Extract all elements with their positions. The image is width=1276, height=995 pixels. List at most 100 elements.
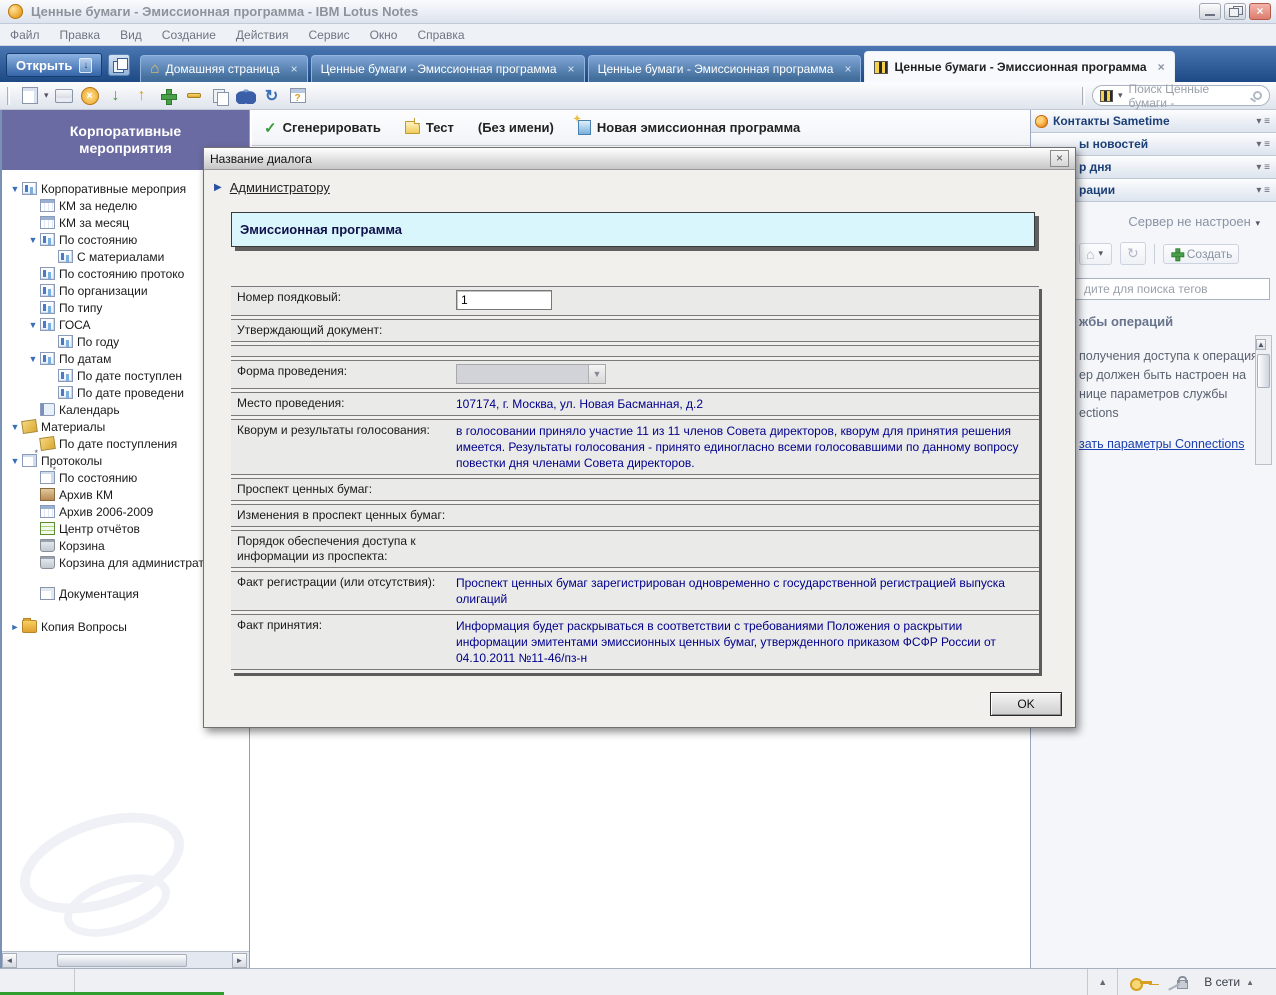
window-thumbnails-button[interactable] xyxy=(108,54,130,76)
server-status[interactable]: Сервер не настроен ▾ xyxy=(1128,214,1262,229)
action-новая-эмиссионная-программа[interactable]: Новая эмиссионная программа xyxy=(578,120,800,135)
tree-item-label: КМ за месяц xyxy=(59,216,129,230)
server-status-label: Сервер не настроен xyxy=(1128,214,1250,229)
restore-button[interactable] xyxy=(1224,3,1246,20)
tab-3[interactable]: Ценные бумаги - Эмиссионная программа× xyxy=(588,55,862,82)
twistie-down-icon[interactable]: ▼ xyxy=(8,456,22,466)
form-row-5: Место проведения:107174, г. Москва, ул. … xyxy=(231,392,1039,416)
refresh-button[interactable]: ↻ xyxy=(1120,242,1146,265)
twistie-right-icon[interactable]: ► xyxy=(8,622,22,632)
panel-collapse-icon[interactable]: ▾ ≡ xyxy=(1256,185,1276,196)
field-select[interactable]: ▼ xyxy=(456,364,606,384)
plus-icon xyxy=(1171,248,1182,259)
menu-Сервис[interactable]: Сервис xyxy=(308,28,349,42)
print-icon[interactable] xyxy=(55,89,73,103)
menu-Действия[interactable]: Действия xyxy=(236,28,289,42)
form-row-11: Факт принятия:Информация будет раскрыват… xyxy=(231,614,1039,670)
signature-lock-icon[interactable] xyxy=(1168,976,1188,989)
tab-close-icon[interactable]: × xyxy=(1158,60,1165,74)
tab-close-icon[interactable]: × xyxy=(844,62,851,76)
scrollbar-thumb[interactable] xyxy=(57,954,187,967)
twistie-down-icon[interactable]: ▼ xyxy=(26,320,40,330)
security-key-icon[interactable] xyxy=(1130,978,1152,987)
scroll-right-icon[interactable]: ► xyxy=(232,953,247,968)
search-handle[interactable] xyxy=(1082,87,1085,105)
field-label: Изменения в проспект ценных бумаг: xyxy=(231,507,456,524)
scrollbar-thumb[interactable] xyxy=(1257,354,1270,388)
home-button[interactable]: ⌂▾ xyxy=(1079,243,1112,265)
scroll-up-icon[interactable]: ▲ xyxy=(1256,339,1266,350)
panel-collapse-icon[interactable]: ▾ ≡ xyxy=(1256,139,1276,150)
menu-Справка[interactable]: Справка xyxy=(417,28,464,42)
menu-Файл[interactable]: Файл xyxy=(10,28,40,42)
dialog-title-bar[interactable]: Название диалога × xyxy=(204,148,1075,170)
copy-icon[interactable] xyxy=(212,88,228,104)
administrator-link[interactable]: Администратору xyxy=(230,180,330,195)
twistie-down-icon[interactable]: ▼ xyxy=(8,422,22,432)
tree-item-label: По дате проведени xyxy=(77,386,184,400)
tab-1[interactable]: ⌂Домашняя страница× xyxy=(140,55,307,82)
action-сгенерировать[interactable]: ✓Сгенерировать xyxy=(264,119,381,137)
save-down-icon[interactable]: ↓ xyxy=(106,86,126,106)
create-button[interactable]: Создать xyxy=(1163,244,1240,264)
scroll-left-icon[interactable]: ◄ xyxy=(2,953,17,968)
twistie-down-icon[interactable]: ▼ xyxy=(8,184,22,194)
menu-Вид[interactable]: Вид xyxy=(120,28,142,42)
tab-4[interactable]: Ценные бумаги - Эмиссионная программа× xyxy=(864,51,1174,82)
tab-label: Домашняя страница xyxy=(165,62,279,76)
action-label: Новая эмиссионная программа xyxy=(597,120,800,135)
twistie-icon[interactable]: ▶ xyxy=(214,182,222,193)
form-row-1: Номер поядковый: xyxy=(231,286,1039,316)
menu-Создание[interactable]: Создание xyxy=(162,28,216,42)
search-icon[interactable] xyxy=(1253,91,1262,100)
form-header: Эмиссионная программа xyxy=(231,212,1035,247)
twistie-down-icon[interactable]: ▼ xyxy=(26,235,40,245)
toolbar-handle[interactable] xyxy=(7,87,10,105)
menu-Окно[interactable]: Окно xyxy=(370,28,398,42)
new-document-dropdown-icon[interactable]: ▾ xyxy=(44,90,49,101)
tab-close-icon[interactable]: × xyxy=(291,62,298,76)
status-popup-icon[interactable]: ▲ xyxy=(1088,969,1118,995)
close-button[interactable]: × xyxy=(1249,3,1271,20)
refresh-icon[interactable]: ↻ xyxy=(262,86,282,106)
panel-scrollbar[interactable]: ▲ xyxy=(1255,335,1272,465)
highlight-icon[interactable] xyxy=(187,93,201,98)
tree-item-label: По типу xyxy=(59,301,102,315)
find-icon[interactable] xyxy=(236,88,256,104)
open-button[interactable]: Открыть ↓ xyxy=(6,53,102,77)
status-message-area[interactable] xyxy=(75,969,1088,995)
stop-icon[interactable]: × xyxy=(81,87,99,105)
view-icon xyxy=(40,352,55,365)
send-up-icon[interactable]: ↑ xyxy=(132,86,152,106)
add-icon[interactable] xyxy=(161,89,175,103)
search-input[interactable]: ▾ Поиск Ценные бумаги - xyxy=(1092,85,1270,106)
ok-button[interactable]: OK xyxy=(990,692,1062,716)
connections-settings-link[interactable]: зать параметры Connections xyxy=(1079,437,1245,451)
tab-close-icon[interactable]: × xyxy=(568,62,575,76)
panel-collapse-icon[interactable]: ▾ ≡ xyxy=(1256,162,1276,173)
panel-collapse-icon[interactable]: ▾ ≡ xyxy=(1256,116,1276,127)
online-status[interactable]: В сети ▲ xyxy=(1204,975,1264,989)
sidebar-horizontal-scrollbar[interactable]: ◄ ► xyxy=(2,951,249,968)
online-status-label: В сети xyxy=(1204,975,1240,989)
search-scope-icon[interactable] xyxy=(1100,90,1113,102)
open-dropdown-icon[interactable]: ↓ xyxy=(79,58,92,73)
chevron-down-icon[interactable]: ▼ xyxy=(588,365,605,383)
lotus-notes-window: Ценные бумаги - Эмиссионная программа - … xyxy=(0,0,1276,995)
search-scope-dropdown-icon[interactable]: ▾ xyxy=(1118,90,1123,101)
view-icon xyxy=(40,318,55,331)
twistie-down-icon[interactable]: ▼ xyxy=(26,354,40,364)
server-dropdown-icon[interactable]: ▾ xyxy=(1255,218,1260,228)
view-icon xyxy=(40,267,55,280)
calendar-help-icon[interactable]: ? xyxy=(290,88,306,103)
dialog-close-icon[interactable]: × xyxy=(1050,150,1069,167)
tag-search-placeholder: дите для поиска тегов xyxy=(1084,282,1208,296)
menu-Правка[interactable]: Правка xyxy=(60,28,101,42)
field-label: Место проведения: xyxy=(231,395,456,413)
tab-2[interactable]: Ценные бумаги - Эмиссионная программа× xyxy=(311,55,585,82)
field-input[interactable] xyxy=(456,290,552,310)
action-тест[interactable]: Тест xyxy=(405,120,454,135)
new-document-icon[interactable] xyxy=(22,87,38,104)
minimize-button[interactable] xyxy=(1199,3,1221,20)
panel-header-1[interactable]: Контакты Sametime▾ ≡ xyxy=(1031,110,1276,133)
